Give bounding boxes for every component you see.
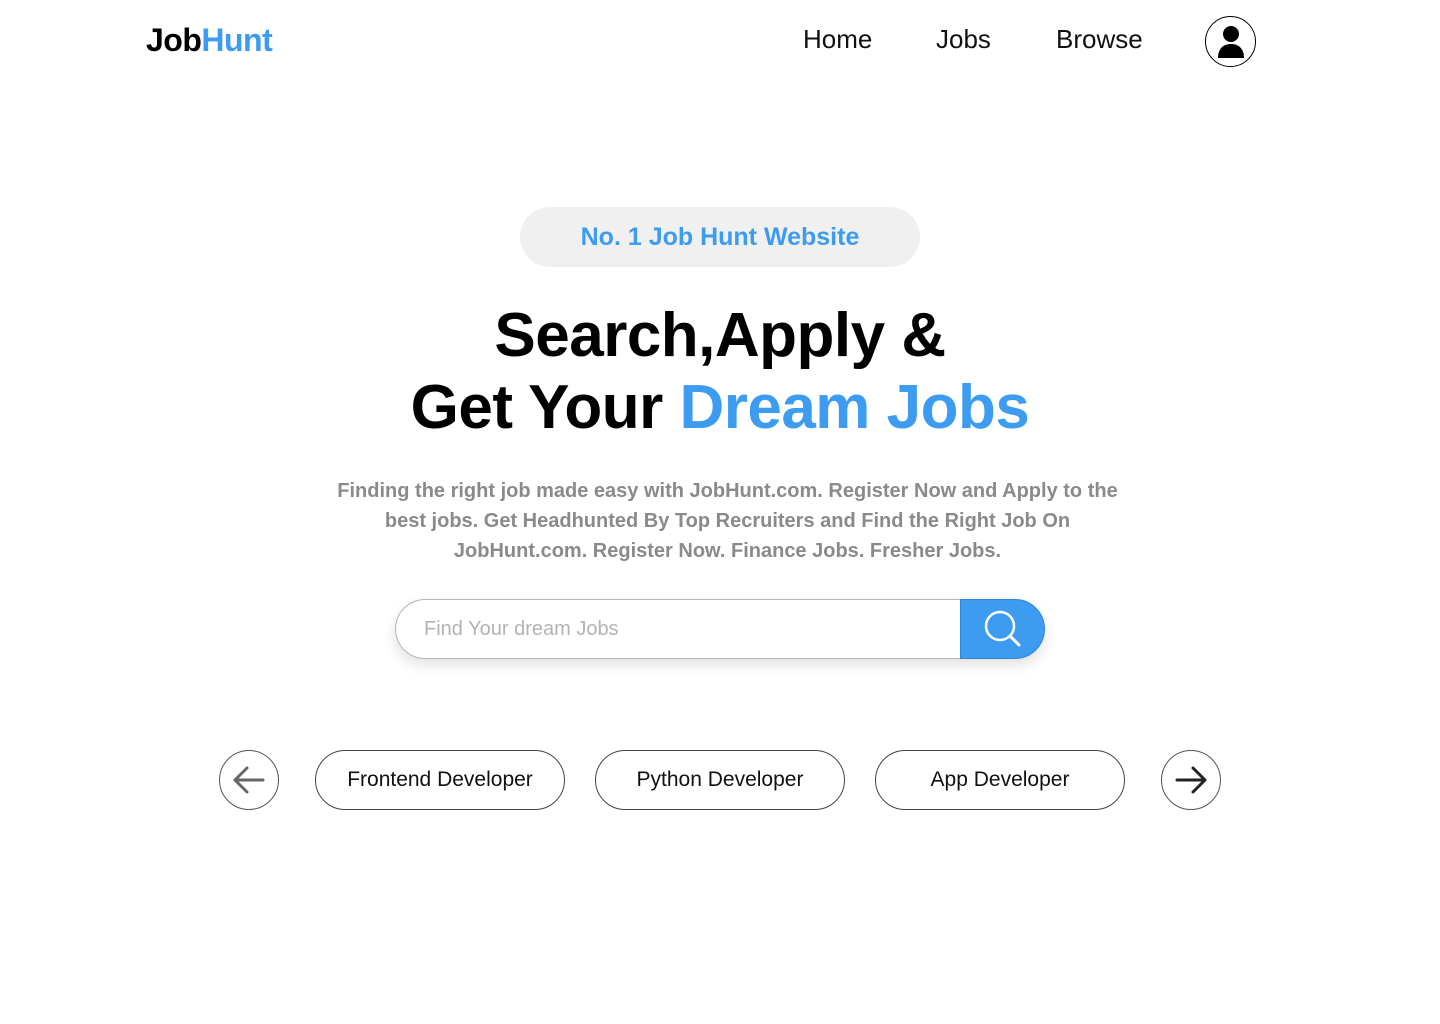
headline-accent: Dream Jobs: [679, 373, 1030, 442]
hero-headline: Search,Apply & Get Your Dream Jobs: [0, 300, 1440, 444]
carousel-next-button[interactable]: [1161, 750, 1221, 810]
nav-link-home[interactable]: Home: [803, 24, 872, 55]
user-icon: [1217, 25, 1244, 58]
arrow-right-icon: [1175, 766, 1207, 794]
profile-avatar-button[interactable]: [1205, 16, 1256, 67]
headline-line-1: Search,Apply &: [494, 301, 946, 370]
search-bar: [395, 599, 1045, 659]
navbar: JobHunt Home Jobs Browse: [0, 0, 1440, 84]
hero-description: Finding the right job made easy with Job…: [337, 480, 1118, 562]
hero-badge: No. 1 Job Hunt Website: [520, 207, 920, 267]
search-button[interactable]: [960, 599, 1045, 659]
logo-text-job: Job: [146, 22, 202, 58]
category-chip-frontend-developer[interactable]: Frontend Developer: [315, 750, 565, 810]
category-chip-app-developer[interactable]: App Developer: [875, 750, 1125, 810]
search-icon: [984, 610, 1020, 647]
carousel-prev-button[interactable]: [219, 750, 279, 810]
headline-line-2: Get Your: [410, 373, 680, 442]
nav-link-jobs[interactable]: Jobs: [936, 24, 991, 55]
nav-link-browse[interactable]: Browse: [1056, 24, 1143, 55]
logo-text-hunt: Hunt: [201, 22, 273, 58]
category-chip-python-developer[interactable]: Python Developer: [595, 750, 845, 810]
arrow-left-icon: [233, 766, 265, 794]
search-input[interactable]: [395, 599, 975, 659]
logo[interactable]: JobHunt: [146, 22, 273, 59]
